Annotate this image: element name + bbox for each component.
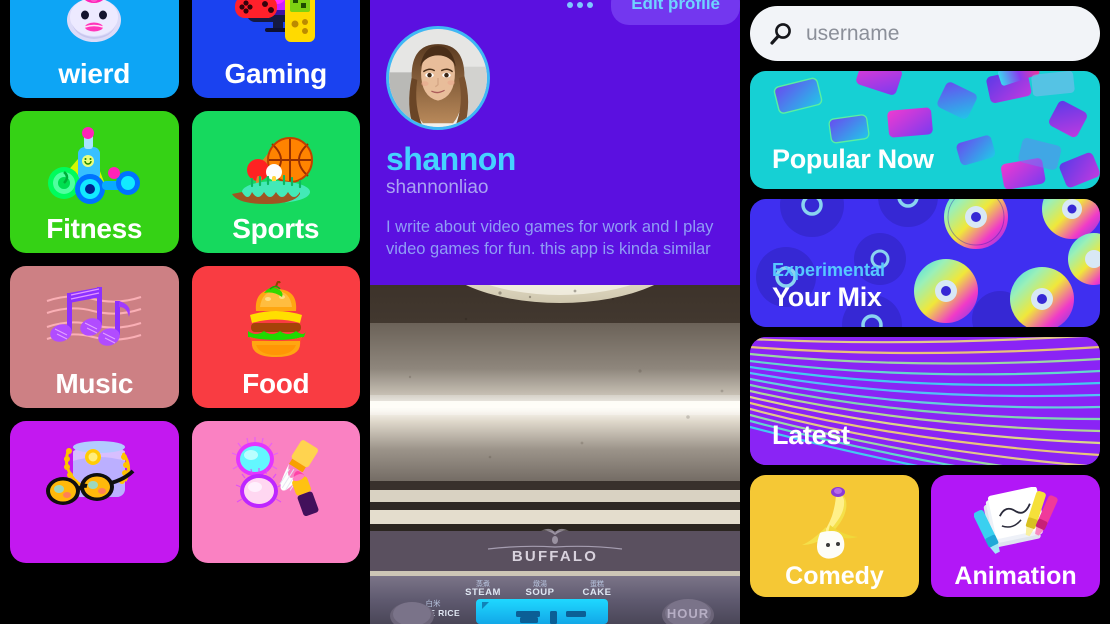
- categories-screen: wierd Gaming Fitness Sports Music Food: [0, 0, 370, 624]
- discover-small-cards-row: Comedy Animation: [750, 475, 1100, 597]
- search-section: [750, 0, 1100, 71]
- category-tile-sports[interactable]: Sports: [191, 111, 361, 253]
- three-screen-layout: wierd Gaming Fitness Sports Music Food E…: [0, 0, 1110, 624]
- profile-actions: Edit profile: [563, 0, 740, 25]
- makeup-icon: [192, 427, 361, 523]
- fitness-equipment-icon: [10, 117, 179, 213]
- category-tile-music[interactable]: Music: [10, 266, 179, 408]
- category-tile-food[interactable]: Food: [191, 266, 361, 408]
- rice-cooker-video-frame: BUFFALO 蒸煮 STEAM 燉湯 SOUP 蛋糕 CAKE 白米 WHIT…: [370, 285, 740, 624]
- discover-card-your-mix[interactable]: Experimental Your Mix: [750, 199, 1100, 327]
- hour-button-label: HOUR: [667, 606, 709, 621]
- category-tile-wierd[interactable]: wierd: [10, 0, 179, 98]
- category-tile-beauty[interactable]: [191, 421, 361, 563]
- svg-text:SOUP: SOUP: [526, 587, 555, 598]
- category-tile-fashion[interactable]: [10, 421, 179, 563]
- more-options-icon[interactable]: [563, 0, 597, 14]
- discover-card-title: Your Mix: [772, 282, 882, 312]
- burger-icon: [192, 272, 361, 368]
- gaming-console-icon: [192, 0, 361, 58]
- discover-screen: Popular Now: [740, 0, 1110, 624]
- svg-text:STEAM: STEAM: [465, 587, 501, 598]
- discover-card-title: Latest: [772, 420, 850, 450]
- avatar-photo: [389, 29, 487, 127]
- category-label: Gaming: [224, 58, 328, 89]
- sports-ball-icon: [192, 117, 361, 213]
- paper-markers-icon: [931, 483, 1100, 563]
- video-post[interactable]: BUFFALO 蒸煮 STEAM 燉湯 SOUP 蛋糕 CAKE 白米 WHIT…: [370, 285, 740, 624]
- avatar[interactable]: [386, 26, 490, 130]
- category-label: Music: [55, 368, 134, 399]
- discover-card-latest[interactable]: Latest: [750, 337, 1100, 465]
- svg-text:CAKE: CAKE: [583, 587, 612, 598]
- discover-card-title: Popular Now: [772, 144, 934, 174]
- profile-handle: shannonliao: [386, 177, 489, 198]
- category-label: Food: [242, 368, 310, 399]
- category-label: Sports: [232, 213, 320, 244]
- cooker-brand-text: BUFFALO: [512, 548, 598, 565]
- profile-bio: I write about video games for work and I…: [386, 218, 714, 258]
- category-grid: wierd Gaming Fitness Sports Music Food: [0, 0, 370, 563]
- blob-creature-icon: [10, 0, 179, 58]
- discover-card-animation[interactable]: Animation: [931, 475, 1100, 597]
- search-bar[interactable]: [750, 6, 1100, 61]
- discover-card-subtitle: Experimental: [772, 260, 886, 280]
- discover-card-comedy[interactable]: Comedy: [750, 475, 919, 597]
- profile-screen: Edit profile shannon shannonliao I write…: [370, 0, 740, 624]
- profile-header-card: Edit profile shannon shannonliao I write…: [370, 0, 740, 285]
- category-tile-fitness[interactable]: Fitness: [10, 111, 179, 253]
- edit-profile-button[interactable]: Edit profile: [611, 0, 740, 25]
- category-label: wierd: [58, 58, 131, 89]
- category-label: Fitness: [46, 213, 143, 244]
- profile-display-name: shannon: [386, 141, 516, 177]
- banana-peel-icon: [750, 483, 919, 563]
- search-input[interactable]: [806, 21, 1082, 46]
- discover-card-popular-now[interactable]: Popular Now: [750, 71, 1100, 189]
- category-tile-gaming[interactable]: Gaming: [191, 0, 361, 98]
- discover-small-card-label: Animation: [954, 562, 1077, 590]
- music-note-icon: [10, 272, 179, 368]
- discover-small-card-label: Comedy: [785, 562, 884, 590]
- search-icon: [770, 22, 791, 45]
- sunglasses-bag-icon: [10, 427, 179, 523]
